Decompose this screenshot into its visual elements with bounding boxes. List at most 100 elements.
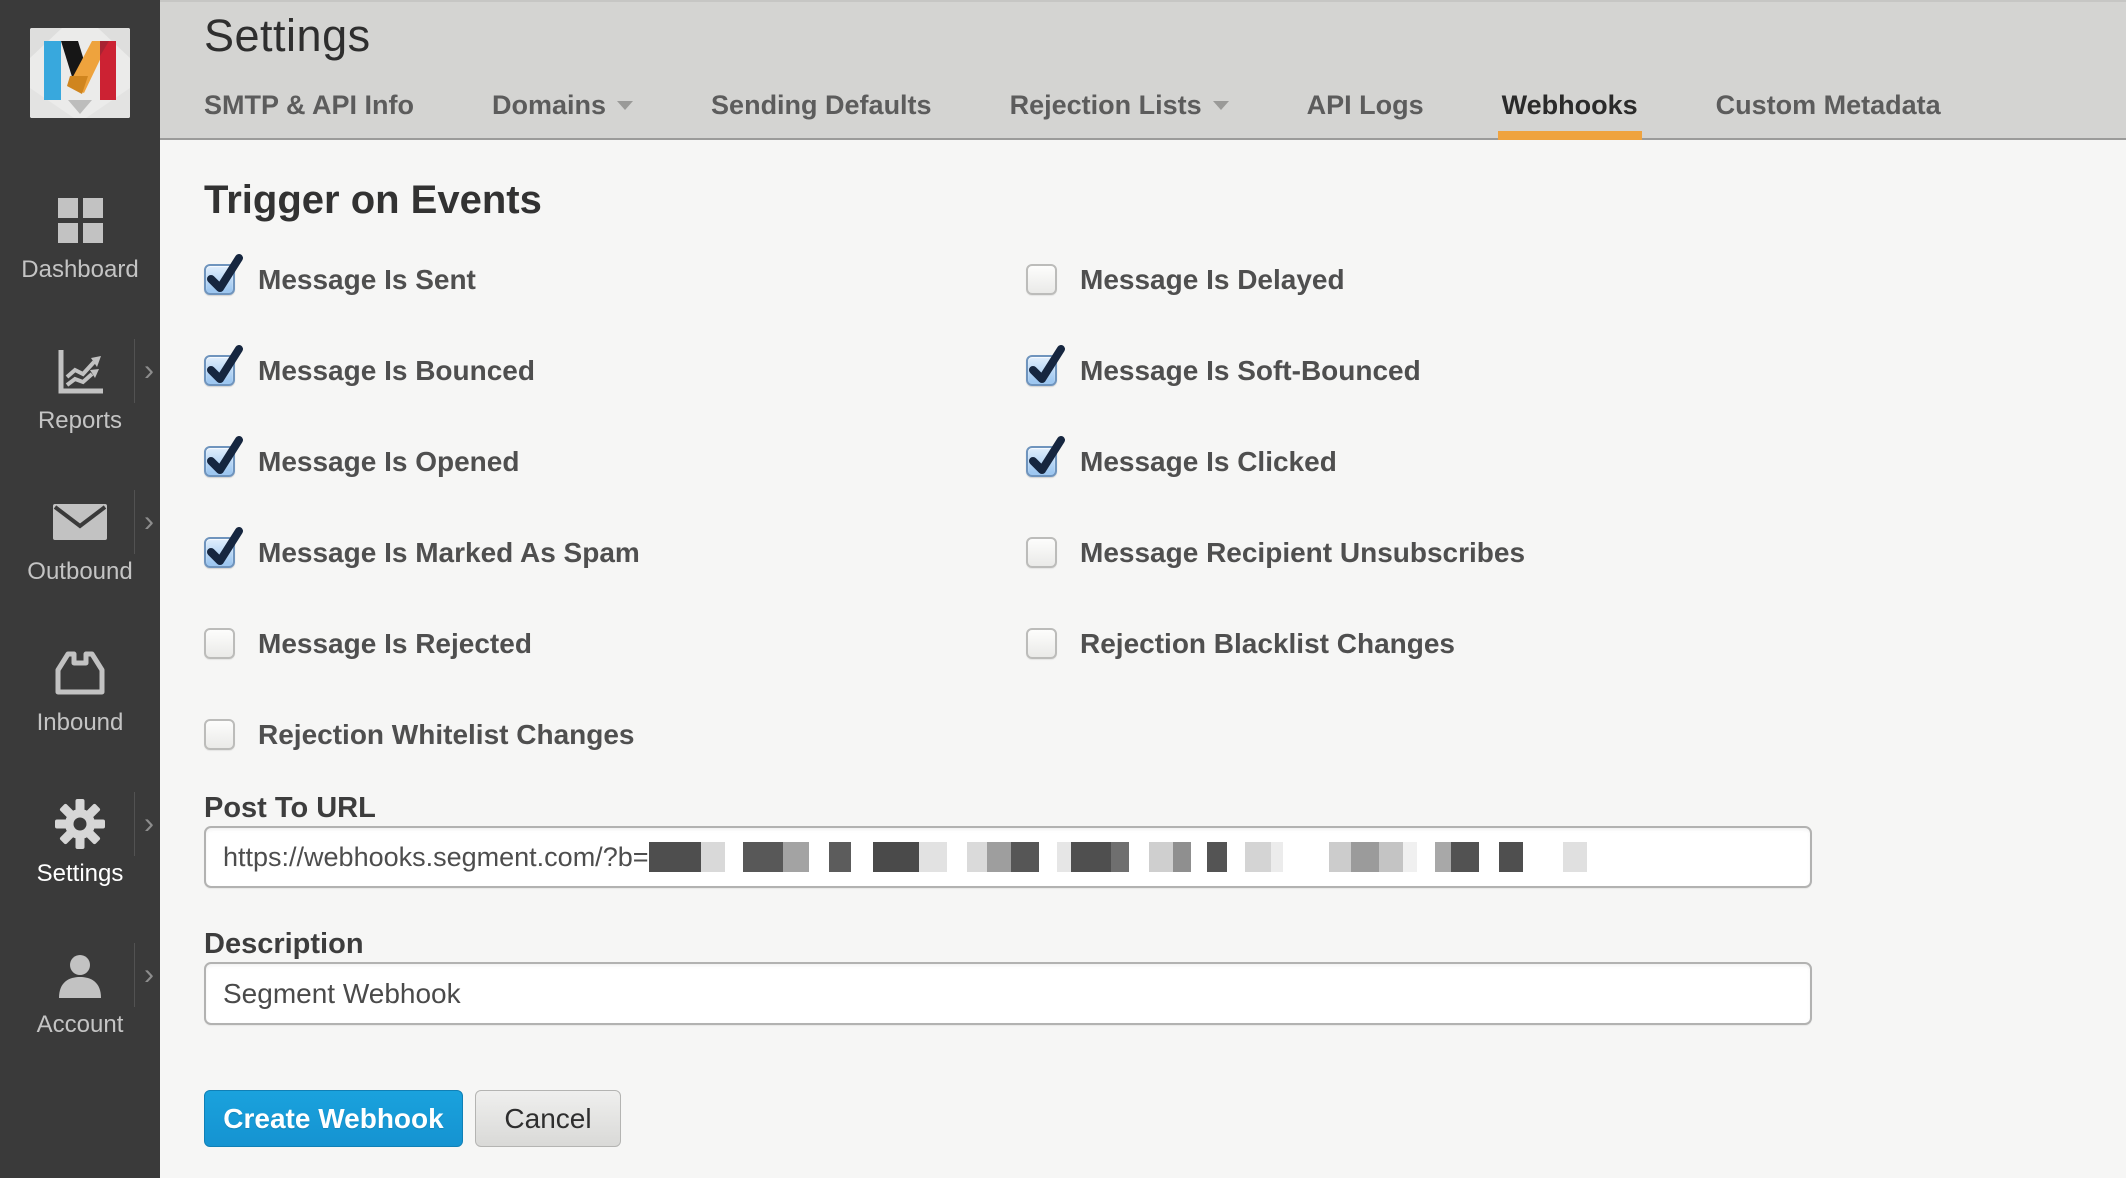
checkbox-label: Message Is Rejected <box>258 628 532 660</box>
sidebar-item-label: Outbound <box>27 558 132 586</box>
checkbox-message-is-marked-as-spam[interactable] <box>204 537 235 568</box>
page-header: Settings SMTP & API Info Domains Sending… <box>160 0 2126 140</box>
sidebar-item-label: Inbound <box>37 709 124 737</box>
checkbox-label: Message Is Clicked <box>1080 446 1337 478</box>
chevron-right-icon[interactable]: › <box>134 792 154 856</box>
event-row: Message Is Clicked <box>1026 416 1525 507</box>
line-chart-icon <box>54 343 106 399</box>
description-input[interactable] <box>204 962 1812 1025</box>
event-row: Message Is Sent <box>204 234 640 325</box>
redacted-block <box>919 842 947 872</box>
event-row: Message Is Bounced <box>204 325 640 416</box>
redacted-block <box>783 842 809 872</box>
checkbox-rejection-blacklist-changes[interactable] <box>1026 628 1057 659</box>
create-webhook-button[interactable]: Create Webhook <box>204 1090 463 1147</box>
tab-webhooks[interactable]: Webhooks <box>1502 90 1638 121</box>
redacted-block <box>1379 842 1403 872</box>
page-title: Settings <box>204 10 371 62</box>
redacted-block <box>1011 842 1039 872</box>
redacted-block <box>649 842 701 872</box>
event-row: Rejection Whitelist Changes <box>204 689 640 780</box>
mandrill-logo[interactable] <box>30 28 130 118</box>
redacted-block <box>1207 842 1227 872</box>
redacted-block <box>1245 842 1271 872</box>
checkbox-message-is-rejected[interactable] <box>204 628 235 659</box>
redacted-block <box>1403 842 1417 872</box>
events-column-right: Message Is Delayed Message Is Soft-Bounc… <box>1026 234 1525 689</box>
gear-icon <box>54 796 106 852</box>
sidebar-item-label: Dashboard <box>21 256 138 284</box>
event-row: Message Is Delayed <box>1026 234 1525 325</box>
mandrill-m-icon <box>30 28 130 118</box>
redacted-block <box>1149 842 1173 872</box>
redacted-block <box>1173 842 1191 872</box>
checkbox-rejection-whitelist-changes[interactable] <box>204 719 235 750</box>
checkbox-message-is-opened[interactable] <box>204 446 235 477</box>
post-to-url-input[interactable]: https://webhooks.segment.com/?b= <box>204 826 1812 888</box>
redacted-block <box>1451 842 1479 872</box>
sidebar-item-label: Account <box>37 1011 124 1039</box>
redacted-block <box>1351 842 1379 872</box>
redacted-block <box>967 842 987 872</box>
chevron-down-icon <box>617 101 633 110</box>
event-row: Message Is Rejected <box>204 598 640 689</box>
redacted-block <box>1071 842 1111 872</box>
grid-icon <box>56 192 104 248</box>
checkbox-message-is-clicked[interactable] <box>1026 446 1057 477</box>
tab-api-logs[interactable]: API Logs <box>1307 90 1424 121</box>
event-row: Message Is Soft-Bounced <box>1026 325 1525 416</box>
checkbox-label: Message Recipient Unsubscribes <box>1080 537 1525 569</box>
redacted-block <box>1271 842 1283 872</box>
checkbox-label: Rejection Blacklist Changes <box>1080 628 1455 660</box>
tab-custom-metadata[interactable]: Custom Metadata <box>1716 90 1941 121</box>
chevron-down-icon <box>1213 101 1229 110</box>
checkbox-message-is-sent[interactable] <box>204 264 235 295</box>
redacted-block <box>1435 842 1451 872</box>
redacted-block <box>701 842 725 872</box>
chevron-right-icon[interactable]: › <box>134 339 154 403</box>
checkbox-label: Message Is Sent <box>258 264 476 296</box>
tab-rejection-lists[interactable]: Rejection Lists <box>1010 90 1229 121</box>
chevron-right-icon[interactable]: › <box>134 943 154 1007</box>
cancel-button[interactable]: Cancel <box>475 1090 621 1147</box>
envelope-icon <box>52 494 108 550</box>
tab-smtp-api-info[interactable]: SMTP & API Info <box>204 90 414 121</box>
redacted-block <box>1111 842 1129 872</box>
redacted-block <box>987 842 1011 872</box>
sidebar-item-inbound[interactable]: Inbound <box>0 633 160 784</box>
checkbox-label: Message Is Delayed <box>1080 264 1345 296</box>
url-redaction <box>649 842 1587 872</box>
event-row: Message Is Marked As Spam <box>204 507 640 598</box>
redacted-block <box>1499 842 1523 872</box>
redacted-block <box>1057 842 1071 872</box>
tab-domains[interactable]: Domains <box>492 90 633 121</box>
redacted-block <box>873 842 919 872</box>
sidebar-item-reports[interactable]: Reports › <box>0 331 160 482</box>
form-actions: Create Webhook Cancel <box>204 1090 621 1147</box>
redacted-block <box>743 842 783 872</box>
redacted-block <box>1329 842 1351 872</box>
sidebar-item-account[interactable]: Account › <box>0 935 160 1086</box>
description-label: Description <box>204 928 364 961</box>
sidebar-item-settings[interactable]: Settings › <box>0 784 160 935</box>
chevron-right-icon[interactable]: › <box>134 490 154 554</box>
checkbox-label: Message Is Bounced <box>258 355 535 387</box>
checkbox-label: Message Is Opened <box>258 446 519 478</box>
sidebar-item-label: Settings <box>37 860 124 888</box>
inbox-tray-icon <box>53 645 107 701</box>
redacted-block <box>1563 842 1587 872</box>
sidebar-nav: Dashboard Reports › <box>0 180 160 1086</box>
redacted-block <box>829 842 851 872</box>
sidebar-item-dashboard[interactable]: Dashboard <box>0 180 160 331</box>
checkbox-message-recipient-unsubscribes[interactable] <box>1026 537 1057 568</box>
checkbox-label: Message Is Soft-Bounced <box>1080 355 1421 387</box>
post-to-url-label: Post To URL <box>204 792 376 825</box>
checkbox-message-is-delayed[interactable] <box>1026 264 1057 295</box>
sidebar: Dashboard Reports › <box>0 0 160 1178</box>
checkbox-label: Rejection Whitelist Changes <box>258 719 635 751</box>
event-row: Message Recipient Unsubscribes <box>1026 507 1525 598</box>
checkbox-message-is-bounced[interactable] <box>204 355 235 386</box>
tab-sending-defaults[interactable]: Sending Defaults <box>711 90 932 121</box>
sidebar-item-outbound[interactable]: Outbound › <box>0 482 160 633</box>
checkbox-message-is-soft-bounced[interactable] <box>1026 355 1057 386</box>
